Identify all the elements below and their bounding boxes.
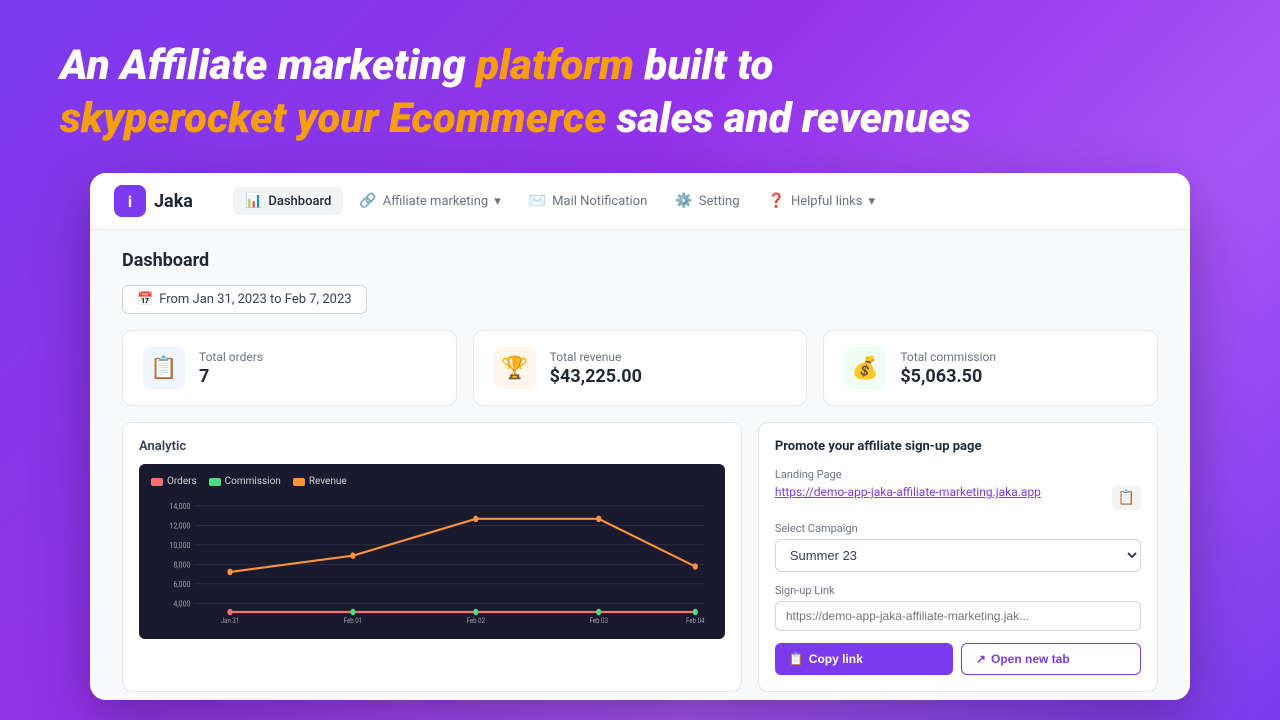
chart-title: Analytic (139, 439, 725, 454)
affiliate-dropdown-icon: ▾ (494, 194, 501, 209)
open-tab-label: Open new tab (991, 652, 1070, 666)
commission-label: Total commission (900, 350, 996, 364)
commission-info: Total commission $5,063.50 (900, 350, 996, 387)
legend-orders-label: Orders (167, 476, 197, 487)
dashboard-icon: 📊 (245, 193, 262, 209)
revenue-label: Total revenue (550, 350, 642, 364)
svg-text:12,000: 12,000 (169, 521, 190, 531)
legend-commission-dot (209, 478, 221, 486)
chart-card: Analytic Orders Commission R (122, 422, 742, 692)
campaign-label: Select Campaign (775, 522, 1141, 535)
help-icon: ❓ (768, 193, 785, 209)
nav-affiliate-label: Affiliate marketing (383, 194, 488, 209)
landing-url[interactable]: https://demo-app-jaka-affiliate-marketin… (775, 485, 1108, 499)
svg-text:Jan 31: Jan 31 (221, 616, 240, 625)
signup-label: Sign-up Link (775, 584, 1141, 597)
stat-card-orders: 📋 Total orders 7 (122, 330, 457, 406)
promote-card: Promote your affiliate sign-up page Land… (758, 422, 1158, 692)
svg-text:Feb 02: Feb 02 (467, 616, 486, 625)
copy-link-label: Copy link (809, 652, 863, 666)
date-range-text: From Jan 31, 2023 to Feb 7, 2023 (159, 292, 351, 307)
campaign-field: Select Campaign Summer 23 (775, 522, 1141, 572)
logo-icon: i (114, 185, 146, 217)
nav-item-helpful[interactable]: ❓ Helpful links ▾ (756, 187, 887, 215)
svg-text:Feb 01: Feb 01 (344, 616, 362, 625)
hero-line2-text2: sales and revenues (606, 94, 971, 143)
navbar: i Jaka 📊 Dashboard 🔗 Affiliate marketing… (90, 173, 1190, 230)
stats-row: 📋 Total orders 7 🏆 Total revenue $43,225… (122, 330, 1158, 406)
hero-line2-highlight: skyperocket your Ecommerce (60, 94, 606, 143)
nav-dashboard-label: Dashboard (268, 194, 331, 209)
chart-legend: Orders Commission Revenue (151, 476, 713, 487)
landing-label: Landing Page (775, 468, 1141, 481)
orders-label: Total orders (199, 350, 263, 364)
affiliate-icon: 🔗 (359, 193, 376, 209)
calendar-icon: 📅 (137, 292, 153, 307)
promote-title: Promote your affiliate sign-up page (775, 439, 1141, 454)
main-content: Dashboard 📅 From Jan 31, 2023 to Feb 7, … (90, 230, 1190, 700)
commission-icon: 💰 (844, 347, 886, 389)
campaign-select[interactable]: Summer 23 (775, 539, 1141, 572)
stat-card-revenue: 🏆 Total revenue $43,225.00 (473, 330, 808, 406)
nav-item-affiliate[interactable]: 🔗 Affiliate marketing ▾ (347, 187, 512, 215)
date-filter[interactable]: 📅 From Jan 31, 2023 to Feb 7, 2023 (122, 285, 367, 314)
revenue-value: $43,225.00 (550, 366, 642, 387)
helpful-dropdown-icon: ▾ (868, 194, 875, 209)
svg-text:10,000: 10,000 (169, 540, 190, 550)
svg-text:Feb 03: Feb 03 (589, 616, 608, 625)
nav-helpful-label: Helpful links (791, 194, 863, 209)
revenue-icon: 🏆 (494, 347, 536, 389)
stat-card-commission: 💰 Total commission $5,063.50 (823, 330, 1158, 406)
signup-input[interactable] (775, 601, 1141, 631)
legend-commission: Commission (209, 476, 281, 487)
nav-item-mail[interactable]: ✉️ Mail Notification (517, 187, 660, 215)
svg-text:4,000: 4,000 (173, 599, 190, 609)
nav-item-setting[interactable]: ⚙️ Setting (663, 187, 751, 215)
open-tab-button[interactable]: ↗ Open new tab (961, 643, 1141, 675)
hero-line1: An Affiliate marketing platform built to (60, 41, 773, 90)
svg-text:14,000: 14,000 (169, 501, 190, 511)
app-window: i Jaka 📊 Dashboard 🔗 Affiliate marketing… (90, 173, 1190, 700)
nav-item-dashboard[interactable]: 📊 Dashboard (233, 187, 343, 215)
orders-icon: 📋 (143, 347, 185, 389)
copy-link-button[interactable]: 📋 Copy link (775, 643, 953, 675)
hero-platform-highlight: platform (476, 41, 634, 90)
page-title: Dashboard (122, 250, 1158, 271)
gear-icon: ⚙️ (675, 193, 692, 209)
svg-text:Feb 04: Feb 04 (686, 616, 705, 625)
nav-items: 📊 Dashboard 🔗 Affiliate marketing ▾ ✉️ M… (233, 187, 1166, 215)
revenue-info: Total revenue $43,225.00 (550, 350, 642, 387)
legend-orders-dot (151, 478, 163, 486)
legend-commission-label: Commission (225, 476, 281, 487)
legend-revenue: Revenue (293, 476, 347, 487)
orders-value: 7 (199, 366, 263, 387)
btn-row: 📋 Copy link ↗ Open new tab (775, 643, 1141, 675)
hero-line2: skyperocket your Ecommerce sales and rev… (60, 93, 1220, 146)
legend-orders: Orders (151, 476, 197, 487)
legend-revenue-dot (293, 478, 305, 486)
landing-page-row: https://demo-app-jaka-affiliate-marketin… (775, 485, 1141, 510)
hero-line1-text1: An Affiliate marketing (60, 41, 476, 90)
logo: i Jaka (114, 185, 193, 217)
signup-link-field: Sign-up Link (775, 584, 1141, 631)
landing-page-field: Landing Page https://demo-app-jaka-affil… (775, 468, 1141, 510)
hero-line1-text2: built to (634, 41, 773, 90)
svg-text:8,000: 8,000 (173, 560, 190, 570)
chart-svg: 14,000 12,000 10,000 8,000 6,000 4,000 (151, 495, 713, 625)
nav-setting-label: Setting (699, 194, 740, 209)
orders-info: Total orders 7 (199, 350, 263, 387)
hero-section: An Affiliate marketing platform built to… (60, 40, 1220, 145)
chart-area: Orders Commission Revenue (139, 464, 725, 639)
mail-icon: ✉️ (529, 193, 546, 209)
legend-revenue-label: Revenue (309, 476, 347, 487)
external-link-icon: ↗ (976, 652, 986, 666)
nav-mail-label: Mail Notification (552, 194, 647, 209)
svg-text:6,000: 6,000 (173, 579, 190, 589)
landing-page-text: https://demo-app-jaka-affiliate-marketin… (775, 485, 1108, 501)
bottom-row: Analytic Orders Commission R (122, 422, 1158, 692)
copy-landing-button[interactable]: 📋 (1112, 485, 1141, 510)
logo-name: Jaka (154, 191, 193, 212)
commission-value: $5,063.50 (900, 366, 996, 387)
copy-icon: 📋 (789, 652, 804, 666)
